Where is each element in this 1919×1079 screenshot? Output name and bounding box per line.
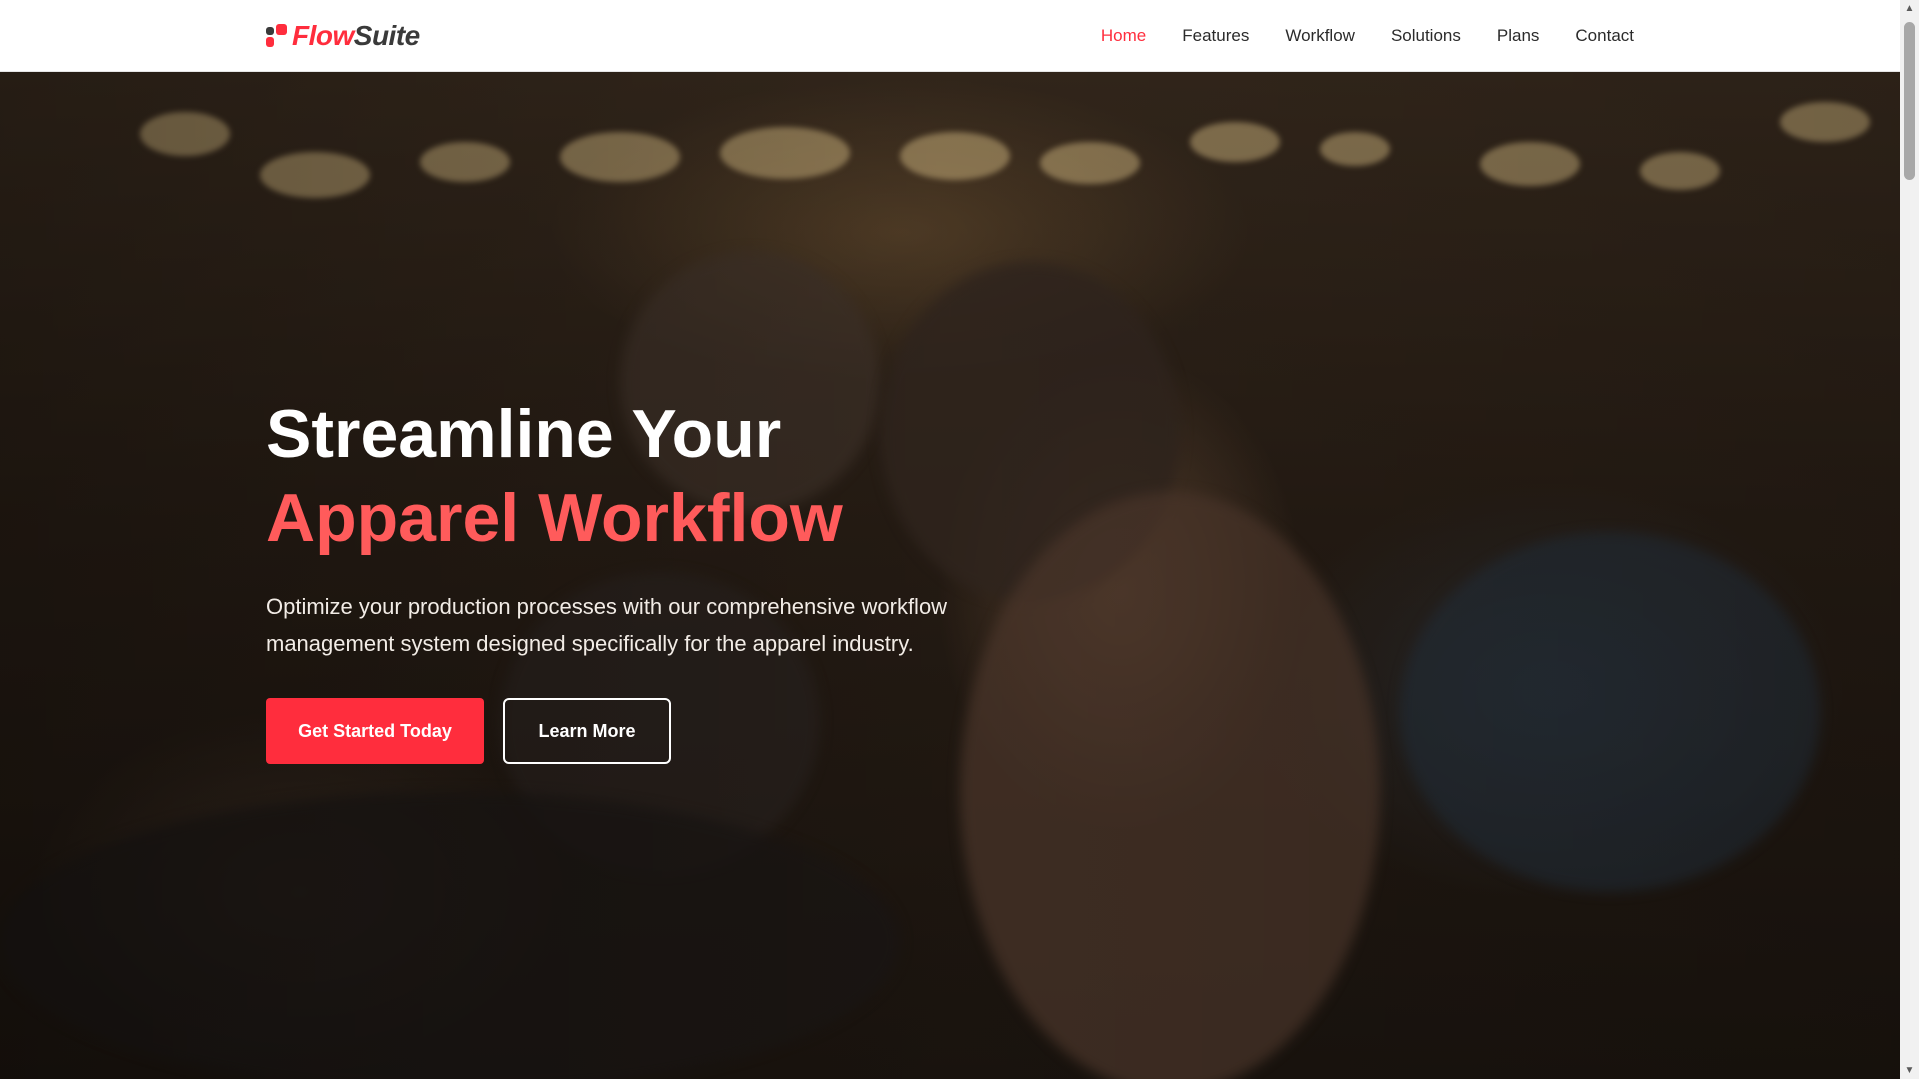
hero-section: Streamline Your Apparel Workflow Optimiz… bbox=[0, 72, 1900, 1079]
learn-more-button[interactable]: Learn More bbox=[503, 698, 671, 764]
hero-title-line2: Apparel Workflow bbox=[266, 480, 843, 556]
get-started-button[interactable]: Get Started Today bbox=[266, 698, 484, 764]
hero-title: Streamline Your Apparel Workflow bbox=[266, 392, 1026, 560]
nav-workflow[interactable]: Workflow bbox=[1285, 26, 1355, 46]
brand-logo[interactable]: FlowSuite bbox=[266, 20, 420, 52]
nav-plans[interactable]: Plans bbox=[1497, 26, 1540, 46]
nav-solutions[interactable]: Solutions bbox=[1391, 26, 1461, 46]
nav-home[interactable]: Home bbox=[1101, 26, 1146, 46]
scroll-down-arrow-icon[interactable]: ▼ bbox=[1900, 1062, 1919, 1079]
logo-mark-icon bbox=[266, 24, 290, 48]
page-scrollbar[interactable]: ▲ ▼ bbox=[1900, 0, 1919, 1079]
scrollbar-thumb[interactable] bbox=[1904, 22, 1915, 180]
nav-features[interactable]: Features bbox=[1182, 26, 1249, 46]
logo-text-flow: Flow bbox=[292, 20, 354, 51]
hero-title-line1: Streamline Your bbox=[266, 396, 782, 472]
hero-subtitle: Optimize your production processes with … bbox=[266, 594, 948, 656]
hero-buttons: Get Started Today Learn More bbox=[266, 698, 1026, 764]
site-header: FlowSuite Home Features Workflow Solutio… bbox=[0, 0, 1900, 72]
main-nav: Home Features Workflow Solutions Plans C… bbox=[1101, 0, 1634, 72]
logo-text-suite: Suite bbox=[353, 20, 420, 51]
scroll-up-arrow-icon[interactable]: ▲ bbox=[1900, 0, 1919, 17]
nav-contact[interactable]: Contact bbox=[1575, 26, 1634, 46]
logo-text: FlowSuite bbox=[292, 20, 420, 52]
hero-content: Streamline Your Apparel Workflow Optimiz… bbox=[266, 392, 1026, 764]
